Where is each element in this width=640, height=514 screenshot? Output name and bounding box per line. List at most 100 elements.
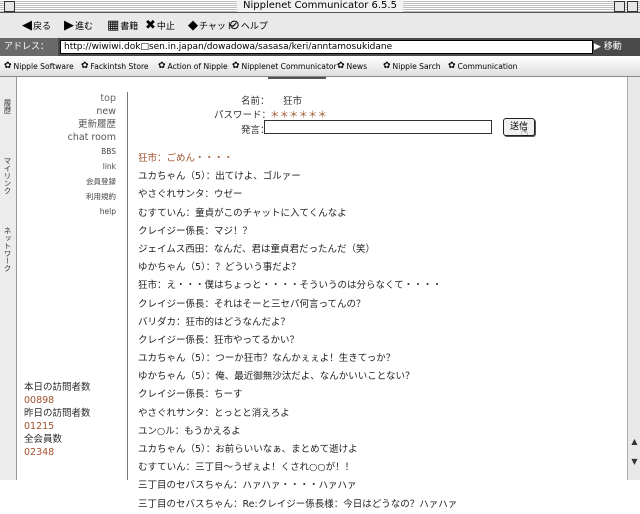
vertical-scrollbar[interactable]: ▲ ▼: [627, 77, 640, 480]
chat-message: クレイジー係長：それはそーと三セパ何言ってんの？: [138, 298, 366, 310]
nav-help[interactable]: help: [24, 204, 116, 219]
bookmark-icon: ✿: [337, 61, 345, 71]
visitor-stats: 本日の訪問者数 00898 昨日の訪問者数 01215 全会員数 02348: [24, 381, 124, 459]
bookmark-icon: ✿: [448, 61, 456, 71]
nav-history[interactable]: 更新履歴: [24, 118, 116, 131]
bookmark-nipple-sarch[interactable]: ✿ Nipple Sarch: [383, 60, 441, 72]
title-bar: Nipplenet Communicator 6.5.5: [0, 0, 640, 13]
chat-message: バリダカ：狂市的はどうなんだよ？: [138, 316, 291, 328]
chat-log: 狂市：ごめん・・・・ ユカちゃん（5）：出てけよ、ゴルァー やさぐれサンタ：ウゼ…: [138, 150, 618, 514]
name-label: 名前：: [241, 96, 270, 107]
help-icon: ⊘: [229, 17, 240, 33]
banner-image: [268, 77, 326, 79]
chat-message: ユン○ル：もうかえるよ: [138, 425, 241, 437]
nav-bbs[interactable]: BBS: [24, 144, 116, 159]
address-bar: アドレス： http://wiwiwi.dok□sen.in.japan/dow…: [0, 38, 640, 56]
close-box[interactable]: [4, 1, 15, 12]
bookmark-nipple-software[interactable]: ✿ Nipple Software: [4, 60, 74, 72]
zoom-box[interactable]: [614, 1, 625, 12]
address-label: アドレス：: [0, 38, 58, 56]
bookmark-label: Communication: [457, 61, 518, 71]
divider: [127, 92, 128, 480]
bookmark-action-of-nipple[interactable]: ✿ Action of Nipple: [158, 60, 228, 72]
nav-top[interactable]: top: [24, 92, 116, 105]
tab-network[interactable]: ネットワーク: [1, 227, 14, 272]
bookmark-fackintsh-store[interactable]: ✿ Fackintsh Store: [81, 60, 149, 72]
url-field[interactable]: http://wiwiwi.dok□sen.in.japan/dowadowa/…: [60, 40, 593, 54]
tab-history[interactable]: 履歴: [1, 99, 14, 114]
chat-message: ユカちゃん（5）：出てけよ、ゴルァー: [138, 171, 301, 183]
tab-my-links[interactable]: マイリンク: [1, 157, 14, 195]
bookmarks-label: 書籍: [120, 21, 139, 32]
stop-label: 中止: [156, 21, 175, 32]
forward-label: 進む: [75, 21, 94, 32]
chat-bubble-icon: ◆: [188, 17, 198, 33]
bookmark-icon: ✿: [383, 61, 391, 71]
scroll-up-icon[interactable]: ▲: [629, 437, 640, 447]
bookmarks-button[interactable]: ▦ 書籍: [107, 16, 138, 34]
password-value: ＊＊＊＊＊＊: [270, 110, 328, 121]
book-icon: ▦: [107, 17, 120, 33]
bookmark-label: News: [346, 61, 368, 71]
chat-message: 三丁目のセバスちゃん：Re:クレイジー係長様：今日はどうなの？ハァハァ: [138, 498, 458, 510]
chat-message: ゆかちゃん（5）：？どういう事だよ？: [138, 262, 301, 274]
help-label: ヘルプ: [240, 21, 268, 32]
sidebar-tabs: 履歴 マイリンク ネットワーク: [0, 77, 17, 480]
stop-x-icon: ✖: [145, 17, 156, 33]
go-button[interactable]: ▶ 移動: [594, 38, 640, 56]
personal-toolbar: ✿ Nipple Software ✿ Fackintsh Store ✿ Ac…: [0, 56, 640, 77]
name-value: 狂市: [283, 96, 303, 107]
send-button[interactable]: 送信: [503, 118, 535, 136]
today-visitors-count: 00898: [24, 395, 55, 406]
chat-button[interactable]: ◆ チャット: [188, 16, 235, 34]
forward-arrow-icon: ▶: [64, 17, 74, 33]
site-nav: top new 更新履歴 chat room BBS link 会員登録 利用規…: [24, 92, 116, 219]
bookmark-communication[interactable]: ✿ Communication: [448, 60, 517, 72]
yesterday-visitors-count: 01215: [24, 421, 55, 432]
bookmark-label: Nipple Software: [13, 61, 74, 71]
chat-message: 狂市：え・・・僕はちょっと・・・・そういうのは分らなくて・・・・: [138, 280, 442, 292]
chat-message: むすていん：童貞がこのチャットに入てくんなよ: [138, 207, 347, 219]
chat-message: クレイジー係長：マジ！？: [138, 225, 253, 237]
chat-message: むすていん：三丁目～うぜぇよ！くされ○○が！！: [138, 462, 355, 474]
message-input[interactable]: [264, 120, 492, 134]
help-button[interactable]: ⊘ ヘルプ: [229, 16, 268, 34]
yesterday-visitors-label: 昨日の訪問者数: [24, 408, 91, 419]
back-button[interactable]: ◀ 戻る: [22, 16, 51, 34]
nav-new[interactable]: new: [24, 105, 116, 118]
members-label: 全会員数: [24, 434, 63, 445]
bookmark-icon: ✿: [81, 61, 89, 71]
forward-button[interactable]: ▶ 進む: [64, 16, 93, 34]
chat-message: ユカちゃん（5）：つーか狂市？なんかぇぇよ！生きてっか？: [138, 353, 396, 365]
chat-message: やさぐれサンタ：とっとと消えろよ: [138, 407, 290, 419]
members-count: 02348: [24, 447, 55, 458]
nav-chatroom[interactable]: chat room: [24, 131, 116, 144]
hand-cursor-icon: ☝: [521, 125, 529, 139]
scroll-down-icon[interactable]: ▼: [629, 457, 640, 467]
chat-message: クレイジー係長：狂市やってるかい？: [138, 334, 300, 346]
nav-terms[interactable]: 利用規約: [24, 189, 116, 204]
back-arrow-icon: ◀: [22, 17, 32, 33]
chat-message: ゆかちゃん（5）：俺、最近御無沙汰だよ、なんかいいことない？: [138, 371, 415, 383]
toolbar: ◀ 戻る ▶ 進む ▦ 書籍 ✖ 中止 ◆ チャット ⊘ ヘルプ: [0, 13, 640, 39]
chat-message: やさぐれサンタ：ウゼー: [138, 189, 243, 201]
collapse-box[interactable]: [627, 1, 638, 12]
back-label: 戻る: [33, 21, 52, 32]
chat-message: クレイジー係長：ちーす: [138, 389, 243, 401]
bookmark-icon: ✿: [232, 61, 240, 71]
stop-button[interactable]: ✖ 中止: [145, 16, 175, 34]
bookmark-icon: ✿: [4, 61, 12, 71]
window-title: Nipplenet Communicator 6.5.5: [237, 0, 403, 12]
today-visitors-label: 本日の訪問者数: [24, 382, 91, 393]
chat-message: 狂市：ごめん・・・・: [138, 153, 234, 164]
chat-message: ユカちゃん（5）：お前らいいなぁ、まとめて逝けよ: [138, 444, 358, 455]
nav-register[interactable]: 会員登録: [24, 174, 116, 189]
bookmark-news[interactable]: ✿ News: [337, 60, 367, 72]
nav-link[interactable]: link: [24, 159, 116, 174]
password-label: パスワード：: [214, 110, 272, 121]
bookmark-label: Fackintsh Store: [90, 61, 149, 71]
bookmark-icon: ✿: [158, 61, 166, 71]
bookmark-nipplenet-communicator[interactable]: ✿ Nipplenet Communicator: [232, 60, 337, 72]
bookmark-label: Action of Nipple: [167, 61, 228, 71]
chat-message: ジェイムス西田：なんだ、君は童貞君だったんだ（笑）: [138, 243, 376, 255]
